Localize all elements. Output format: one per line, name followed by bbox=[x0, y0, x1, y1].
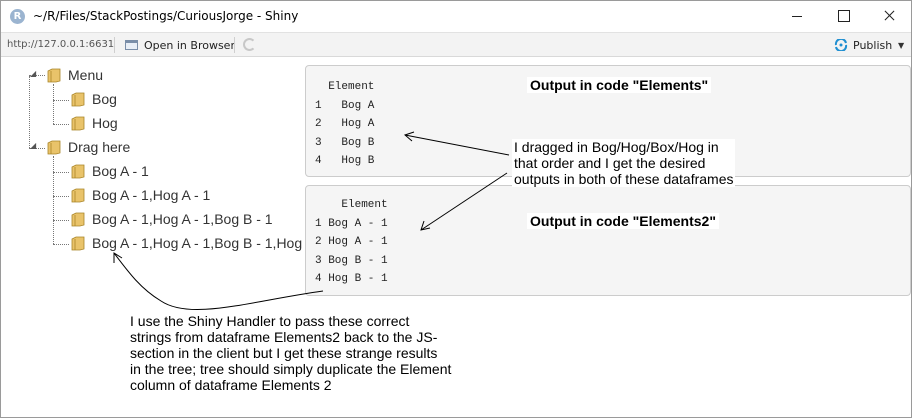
app-window: R ~/R/Files/StackPostings/CuriousJorge -… bbox=[0, 0, 912, 418]
arrow-to-output2 bbox=[420, 172, 508, 231]
arrow-to-output1 bbox=[404, 131, 510, 156]
annotation-arrows bbox=[113, 131, 510, 311]
arrow-to-tree bbox=[113, 252, 324, 311]
